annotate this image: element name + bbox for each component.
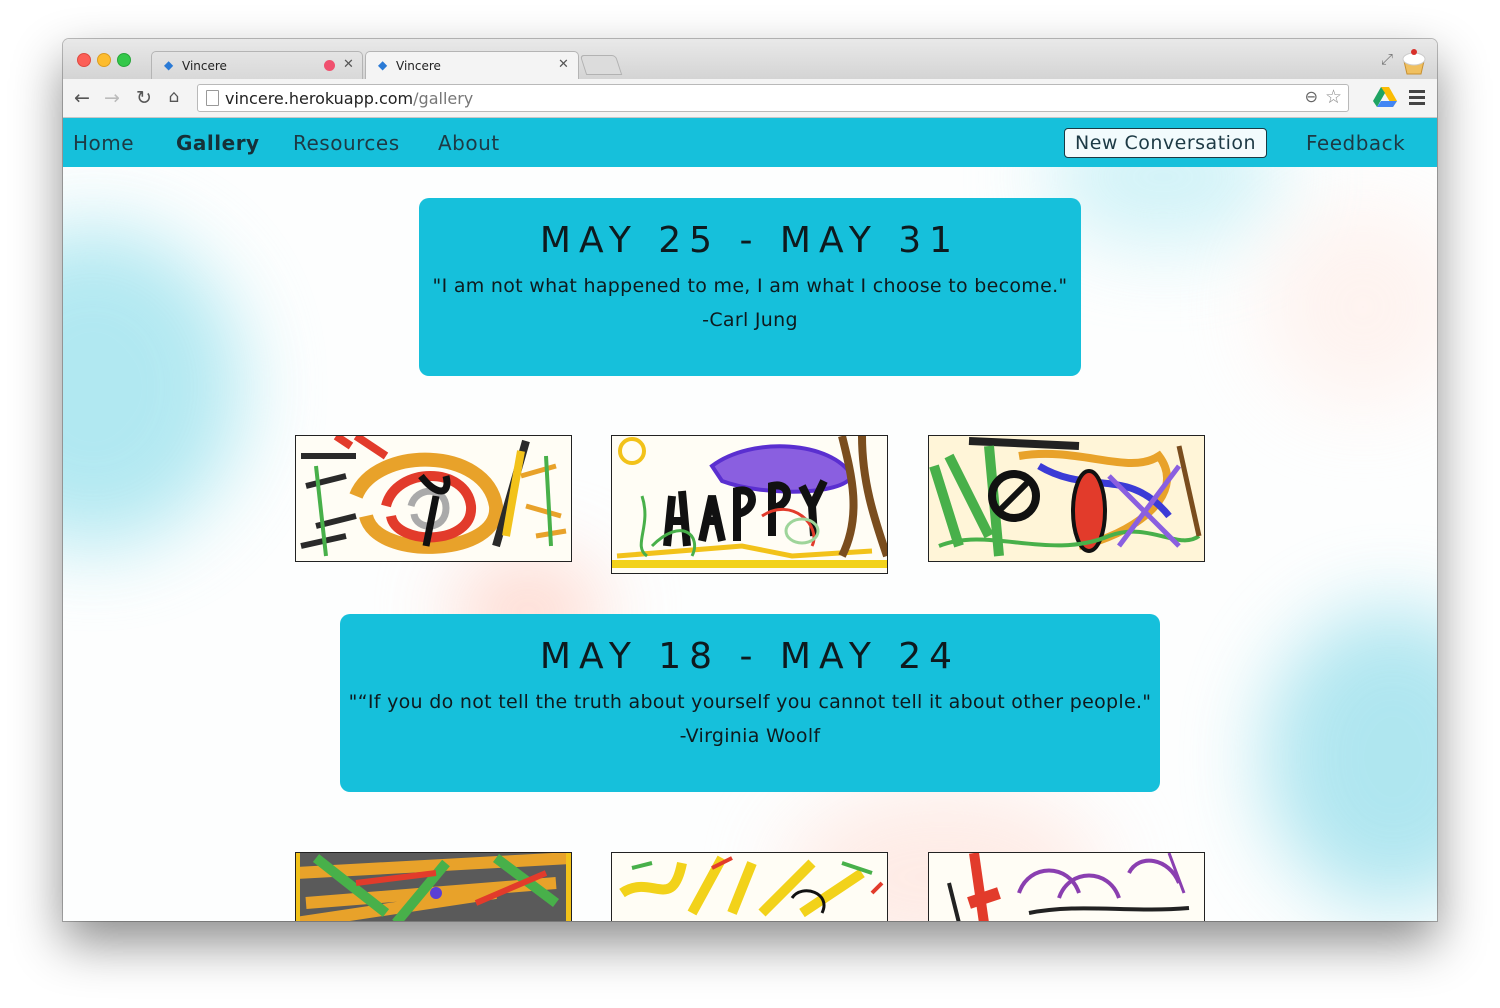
week-quote: "I am not what happened to me, I am what… [432,275,1068,297]
background-blob [1263,607,1437,907]
gallery-drawing[interactable] [611,435,888,574]
week-card: MAY 18 - MAY 24 "“If you do not tell the… [340,614,1160,792]
quote-author: -Carl Jung [702,309,798,331]
gallery-drawing[interactable] [295,852,572,921]
browser-tab-2[interactable]: ◆ Vincere ✕ [365,51,579,80]
bookmark-star-icon[interactable]: ☆ [1325,86,1342,108]
gallery-drawing[interactable] [928,852,1205,921]
gallery-drawing[interactable] [295,435,572,562]
close-tab-icon[interactable]: ✕ [343,57,354,72]
nav-link-resources[interactable]: Resources [293,131,400,155]
vincere-favicon-icon: ◆ [164,58,174,72]
browser-window: ◆ Vincere ✕ ◆ Vincere ✕ ⤢ ← → ↻ ⌂ vincer… [63,39,1437,921]
week-card: MAY 25 - MAY 31 "I am not what happened … [419,198,1081,376]
week-date-range: MAY 25 - MAY 31 [539,220,961,261]
close-window-button[interactable] [77,53,91,67]
gallery-drawing[interactable] [928,435,1205,562]
browser-toolbar: ← → ↻ ⌂ vincere.herokuapp.com/gallery ⊖ … [63,79,1437,118]
tab-title: Vincere [396,59,441,73]
tab-title: Vincere [182,59,227,73]
site-navbar: Home Gallery Resources About New Convers… [63,118,1437,167]
address-bar[interactable]: vincere.herokuapp.com/gallery ⊖ ☆ [197,84,1349,112]
reload-icon[interactable]: ↻ [133,87,155,109]
back-arrow-icon[interactable]: ← [71,87,93,109]
nav-link-home[interactable]: Home [73,131,134,155]
quote-author: -Virginia Woolf [679,725,821,747]
gallery-drawing[interactable] [611,852,888,921]
week-date-range: MAY 18 - MAY 24 [539,636,961,677]
vincere-favicon-icon: ◆ [378,58,388,72]
new-tab-button[interactable] [579,55,623,75]
zoom-magnifier-icon[interactable]: ⊖ [1305,87,1318,106]
recording-indicator-icon [324,60,335,71]
zoom-window-button[interactable] [117,53,131,67]
week-quote: "“If you do not tell the truth about you… [348,691,1152,713]
fullscreen-icon[interactable]: ⤢ [1381,50,1393,68]
close-tab-icon[interactable]: ✕ [558,57,569,72]
background-blob [63,227,243,547]
nav-link-feedback[interactable]: Feedback [1306,131,1405,155]
home-icon[interactable]: ⌂ [163,87,185,107]
google-drive-icon[interactable] [1373,86,1397,108]
background-blob [1263,207,1437,407]
tab-strip: ◆ Vincere ✕ ◆ Vincere ✕ ⤢ [63,39,1437,80]
cupcake-profile-icon[interactable] [1399,46,1429,76]
minimize-window-button[interactable] [97,53,111,67]
chrome-menu-icon[interactable] [1409,90,1425,108]
forward-arrow-icon[interactable]: → [101,87,123,109]
browser-tab-1[interactable]: ◆ Vincere ✕ [151,51,363,80]
page-icon [206,90,219,106]
new-conversation-button[interactable]: New Conversation [1064,128,1268,158]
nav-link-gallery[interactable]: Gallery [176,131,260,155]
url-text: vincere.herokuapp.com/gallery [225,89,474,108]
nav-link-about[interactable]: About [438,131,500,155]
gallery-page: MAY 25 - MAY 31 "I am not what happened … [63,167,1437,921]
